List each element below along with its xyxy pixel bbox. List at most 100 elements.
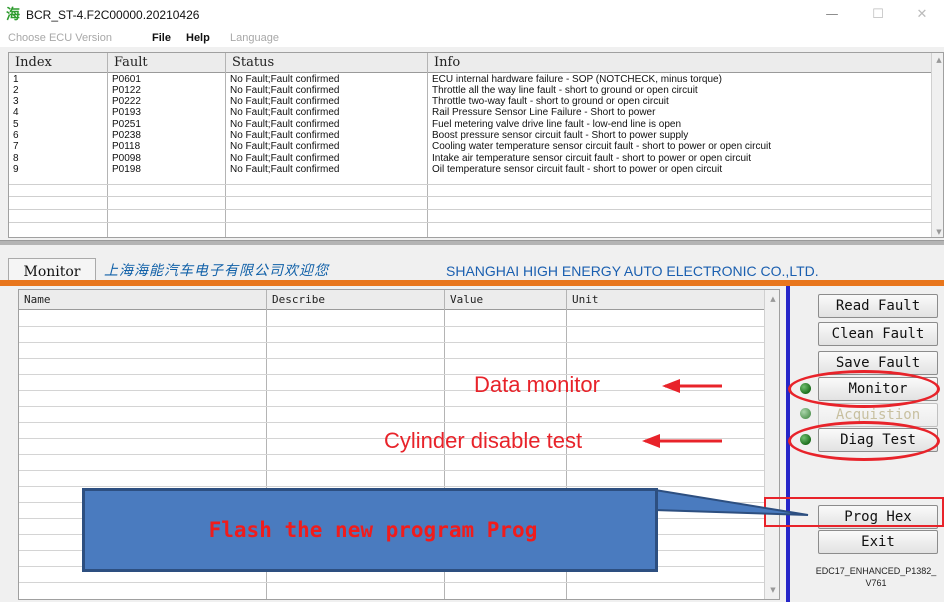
scroll-down-arrow-icon[interactable]: ▼ [766,583,779,597]
menu-language[interactable]: Language [230,31,279,46]
fault-row[interactable]: 9 P0198 No Fault;Fault confirmed Oil tem… [9,164,931,175]
fault-table-scrollbar[interactable]: ▲ ▼ [931,53,943,237]
column-header-info[interactable]: Info [428,53,931,73]
monitor-table-header: Name Describe Value Unit [19,290,764,310]
cell-index: 9 [13,164,19,175]
cell-status: No Fault;Fault confirmed [230,153,340,164]
column-header-status[interactable]: Status [226,53,428,73]
cell-info: Throttle two-way fault - short to ground… [432,96,669,107]
cell-index: 1 [13,74,19,85]
read-fault-button[interactable]: Read Fault [818,294,938,318]
cell-fault: P0198 [112,164,141,175]
scroll-down-arrow-icon[interactable]: ▼ [932,225,943,237]
fault-row[interactable]: 2 P0122 No Fault;Fault confirmed Throttl… [9,85,931,96]
exit-button[interactable]: Exit [818,530,938,554]
annotation-data-monitor: Data monitor [474,372,600,397]
row-divider [19,358,764,359]
cell-fault: P0601 [112,74,141,85]
cell-fault: P0251 [112,119,141,130]
column-header-fault[interactable]: Fault [108,53,226,73]
row-divider [9,222,931,223]
title-bar: 海 BCR_ST-4.F2C00000.20210426 — ☐ ✕ [0,0,944,30]
cell-info: Boost pressure sensor circuit fault - Sh… [432,130,689,141]
cell-status: No Fault;Fault confirmed [230,74,340,85]
fault-row[interactable]: 5 P0251 No Fault;Fault confirmed Fuel me… [9,119,931,130]
fault-row[interactable]: 4 P0193 No Fault;Fault confirmed Rail Pr… [9,107,931,118]
monitor-table-scrollbar[interactable]: ▲ ▼ [764,290,779,599]
row-divider [19,406,764,407]
cell-fault: P0118 [112,141,141,152]
row-divider [19,454,764,455]
menu-choose-ecu-version[interactable]: Choose ECU Version [8,31,112,46]
cell-fault: P0222 [112,96,141,107]
cell-status: No Fault;Fault confirmed [230,130,340,141]
scroll-up-arrow-icon[interactable]: ▲ [766,292,779,306]
cell-status: No Fault;Fault confirmed [230,164,340,175]
column-header-describe[interactable]: Describe [267,290,445,310]
fault-table-header: Index Fault Status Info [9,53,931,73]
company-banner-english: SHANGHAI HIGH ENERGY AUTO ELECTRONIC CO.… [446,263,819,279]
maximize-button[interactable]: ☐ [858,4,898,26]
ecu-version-line-1: EDC17_ENHANCED_P1382_ [815,566,937,576]
callout-flash-program-text: Flash the new program Prog [208,518,538,542]
cell-index: 7 [13,141,19,152]
cell-index: 6 [13,130,19,141]
cell-status: No Fault;Fault confirmed [230,141,340,152]
close-button[interactable]: ✕ [902,4,942,26]
row-divider [19,390,764,391]
clean-fault-button[interactable]: Clean Fault [818,322,938,346]
menu-file[interactable]: File [152,31,171,46]
cell-fault: P0098 [112,153,141,164]
pane-splitter[interactable] [0,240,944,245]
column-header-unit[interactable]: Unit [567,290,764,310]
menu-bar: Choose ECU Version File Help Language [0,30,944,47]
cell-index: 5 [13,119,19,130]
row-divider [19,326,764,327]
column-header-index[interactable]: Index [9,53,108,73]
row-divider [9,184,931,185]
cell-fault: P0122 [112,85,141,96]
row-divider [9,196,931,197]
annotation-cylinder-disable: Cylinder disable test [384,428,583,453]
flash-program-callout: Flash the new program Prog [82,488,658,572]
company-banner-chinese: 上海海能汽车电子有限公司欢迎您 [104,263,329,279]
cell-status: No Fault;Fault confirmed [230,107,340,118]
cell-info: Cooling water temperature sensor circuit… [432,141,772,152]
cell-status: No Fault;Fault confirmed [230,119,340,130]
app-logo-icon: 海 [6,7,20,23]
ecu-version-label: EDC17_ENHANCED_P1382_ V761 [808,565,944,589]
row-divider [19,486,764,487]
app-window: 海 BCR_ST-4.F2C00000.20210426 — ☐ ✕ Choos… [0,0,944,602]
cell-info: Throttle all the way line fault - short … [432,85,698,96]
cell-index: 3 [13,96,19,107]
cell-index: 2 [13,85,19,96]
row-divider [9,209,931,210]
cell-info: Rail Pressure Sensor Line Failure - Shor… [432,107,656,118]
cell-fault: P0238 [112,130,141,141]
cell-info: ECU internal hardware failure - SOP (NOT… [432,74,722,85]
cell-status: No Fault;Fault confirmed [230,96,340,107]
prog-hex-highlight-box [764,497,944,527]
minimize-button[interactable]: — [812,4,852,26]
fault-row[interactable]: 1 P0601 No Fault;Fault confirmed ECU int… [9,74,931,85]
column-header-name[interactable]: Name [19,290,267,310]
acquisition-status-led [800,408,811,419]
fault-row[interactable]: 3 P0222 No Fault;Fault confirmed Throttl… [9,96,931,107]
cell-index: 8 [13,153,19,164]
fault-row[interactable]: 6 P0238 No Fault;Fault confirmed Boost p… [9,130,931,141]
cell-status: No Fault;Fault confirmed [230,85,340,96]
banner-accent-stripe [0,280,944,286]
row-divider [19,422,764,423]
row-divider [19,374,764,375]
fault-row[interactable]: 7 P0118 No Fault;Fault confirmed Cooling… [9,141,931,152]
window-title: BCR_ST-4.F2C00000.20210426 [26,8,200,22]
scroll-up-arrow-icon[interactable]: ▲ [932,53,943,67]
row-divider [19,342,764,343]
diag-test-highlight-ellipse [788,421,940,461]
column-header-value[interactable]: Value [445,290,567,310]
menu-help[interactable]: Help [186,31,210,46]
cell-info: Intake air temperature sensor circuit fa… [432,153,752,164]
fault-table[interactable]: Index Fault Status Info 1 P0601 No Fault… [8,52,944,238]
monitor-highlight-ellipse [788,370,940,408]
fault-row[interactable]: 8 P0098 No Fault;Fault confirmed Intake … [9,153,931,164]
